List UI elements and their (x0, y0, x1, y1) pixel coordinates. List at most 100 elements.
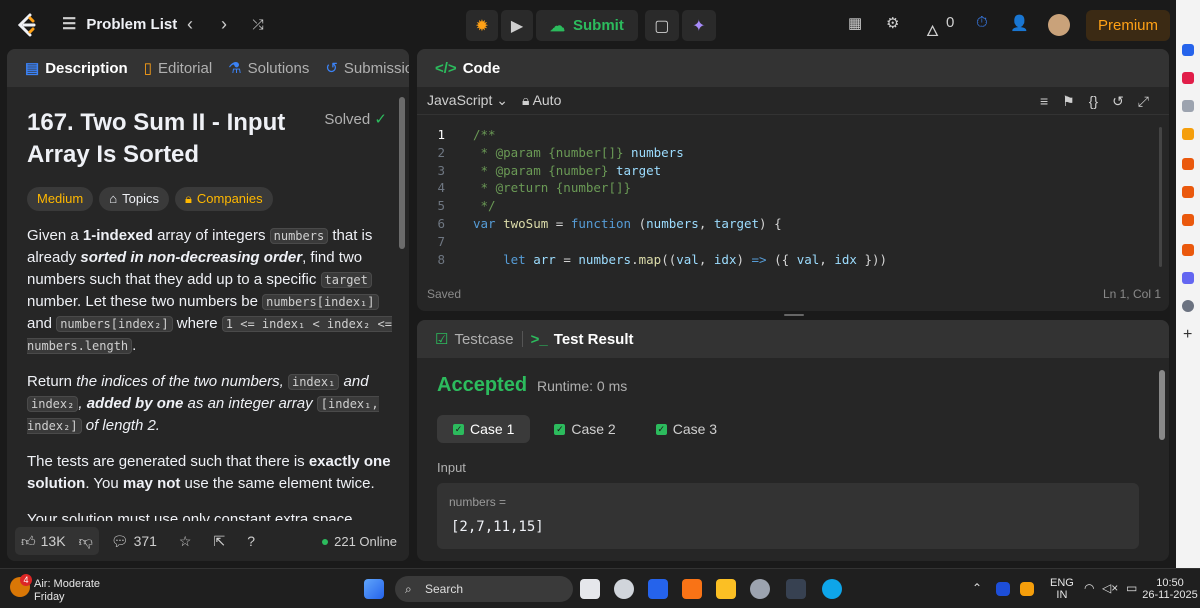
app-icon[interactable] (750, 579, 770, 599)
tab-submissions[interactable]: ↺ Submissions (317, 59, 409, 78)
start-icon[interactable] (364, 579, 384, 599)
scrollbar[interactable] (1159, 127, 1162, 267)
share-icon[interactable]: ⇱ (213, 533, 225, 550)
problem-title: 167. Two Sum II - Input Array Is Sorted (27, 109, 286, 168)
gear-icon[interactable] (1182, 300, 1194, 312)
submit-button[interactable]: ☁ Submit (536, 10, 638, 41)
premium-button[interactable]: Premium (1086, 10, 1170, 41)
format-icon[interactable]: ≡ (1040, 93, 1048, 110)
difficulty-badge[interactable]: Medium (27, 187, 94, 211)
comment-icon: 💬︎ (110, 532, 129, 549)
problem-list-button[interactable]: ☰ Problem List (62, 14, 177, 34)
notes-button[interactable]: ▢ (644, 10, 679, 41)
tab-case-1[interactable]: ✓ Case 1 (437, 415, 531, 443)
app-icon[interactable] (1182, 158, 1194, 170)
clock[interactable]: 10:50 26-11-2025 (1140, 577, 1200, 601)
add-icon[interactable]: + (1183, 326, 1192, 344)
solved-status: Solved ✓ (324, 111, 387, 128)
reset-icon[interactable]: ↺ (1112, 93, 1124, 110)
app-icon[interactable] (1182, 44, 1194, 56)
streak-fire-icon[interactable]: 🜂 (926, 14, 939, 45)
code-line: 3 * @param {number} target (437, 162, 662, 178)
tab-test-result[interactable]: >_ Test Result (523, 331, 642, 348)
bug-icon: ✹ (475, 17, 489, 35)
search-icon: ⌕ (405, 581, 412, 596)
thumbs-down-icon[interactable]: 👎︎ (79, 533, 93, 550)
add-user-icon[interactable]: 👤 (1010, 14, 1029, 32)
app-icon[interactable] (1182, 72, 1194, 84)
weather-widget[interactable]: Air: Moderate Friday (34, 578, 100, 604)
app-icon[interactable] (1182, 272, 1194, 284)
task-view-icon[interactable] (580, 579, 600, 599)
terminal-icon[interactable] (786, 579, 806, 599)
help-icon[interactable]: ? (247, 533, 255, 549)
defender-icon[interactable] (996, 582, 1010, 596)
star-icon[interactable]: ☆ (179, 533, 192, 550)
avatar[interactable] (1048, 14, 1070, 36)
app-icon[interactable] (1182, 214, 1194, 226)
taskbar-search[interactable]: ⌕ Search (395, 576, 573, 602)
code-editor[interactable]: 1/** 2 * @param {number[]} numbers 3 * @… (417, 127, 1169, 269)
vscode-icon[interactable] (648, 579, 668, 599)
braces-icon[interactable]: {} (1089, 93, 1098, 110)
settings-gear-icon[interactable]: ⚙ (886, 14, 899, 32)
tab-case-3[interactable]: ✓ Case 3 (640, 415, 733, 443)
auto-mode-toggle[interactable]: 🔒︎ Auto (522, 92, 561, 109)
editor-actions: ≡ ⚑ {} ↺ ⤢ (1040, 93, 1149, 110)
streak-count: 0 (946, 14, 955, 31)
comments-button[interactable]: 💬︎ 371 (111, 533, 157, 550)
resize-handle[interactable] (784, 314, 804, 316)
list-icon: ☰ (62, 16, 77, 33)
volume-icon[interactable]: ◁× (1102, 581, 1118, 595)
sparkle-icon: ✦ (692, 17, 706, 35)
debug-button[interactable]: ✹ (466, 10, 498, 41)
notification-badge: 4 (20, 574, 32, 586)
tab-solutions[interactable]: ⚗ Solutions (220, 59, 317, 78)
code-panel: </> Code JavaScript ⌄ 🔒︎ Auto ≡ ⚑ {} ↺ ⤢… (417, 49, 1169, 311)
brave-browser-icon[interactable] (682, 579, 702, 599)
scrollbar[interactable] (1159, 370, 1165, 440)
online-count: 221 Online (322, 534, 397, 549)
problem-tags: Medium ⌂ Topics 🔒︎ Companies (27, 187, 397, 211)
editor-status-bar: Saved Ln 1, Col 1 (427, 287, 1161, 301)
tab-case-2[interactable]: ✓ Case 2 (538, 415, 631, 443)
tab-testcase[interactable]: ☑ Testcase (427, 330, 522, 349)
battery-icon[interactable]: ▭ (1126, 581, 1137, 595)
tab-description[interactable]: ▤ Description (17, 59, 136, 78)
code-line: 8 let arr = numbers.map((val, idx) => ({… (437, 251, 888, 267)
tab-code[interactable]: </> Code (427, 60, 508, 77)
bookmark-icon[interactable]: ⚑ (1062, 93, 1075, 110)
leetcode-logo-icon[interactable] (14, 12, 40, 38)
language-select[interactable]: JavaScript ⌄ (427, 92, 508, 109)
app-icon[interactable] (1020, 582, 1034, 596)
result-panel: ☑ Testcase >_ Test Result Accepted Runti… (417, 320, 1169, 561)
code-line: 5 */ (437, 198, 496, 214)
app-icon[interactable] (1182, 100, 1194, 112)
expand-icon[interactable]: ⤢ (1138, 93, 1149, 110)
telegram-icon[interactable] (822, 579, 842, 599)
companies-chip[interactable]: 🔒︎ Companies (174, 187, 273, 211)
shuffle-icon[interactable]: ⤮ (248, 14, 268, 34)
language-indicator[interactable]: ENG IN (1050, 577, 1074, 601)
wifi-icon[interactable]: ◠ (1084, 581, 1094, 595)
like-button[interactable]: 👍︎ 13K 👎︎ (15, 527, 99, 555)
history-icon: ↺ (325, 60, 338, 77)
app-icon[interactable] (614, 579, 634, 599)
scrollbar[interactable] (399, 97, 405, 249)
next-problem-button[interactable]: › (214, 14, 234, 34)
topics-chip[interactable]: ⌂ Topics (99, 187, 169, 211)
app-icon[interactable] (1182, 244, 1194, 256)
timer-icon[interactable]: ⏱ (976, 14, 988, 31)
run-button[interactable]: ▶ (501, 10, 533, 41)
app-icon[interactable] (1182, 128, 1194, 140)
chevron-up-icon[interactable]: ⌃ (972, 581, 982, 595)
tab-editorial[interactable]: ▯ Editorial (136, 59, 220, 78)
top-navbar: ☰ Problem List ‹ › ⤮ ✹ ▶ ☁ Submit ▢ ✦ ▦ … (0, 0, 1176, 48)
app-icon[interactable] (1182, 186, 1194, 198)
layout-icon[interactable]: ▦ (848, 14, 862, 32)
ai-button[interactable]: ✦ (681, 10, 716, 41)
code-line: 4 * @return {number[]} (437, 180, 632, 196)
file-explorer-icon[interactable] (716, 579, 736, 599)
check-circle-icon: ✓ (374, 111, 387, 128)
prev-problem-button[interactable]: ‹ (180, 14, 200, 34)
